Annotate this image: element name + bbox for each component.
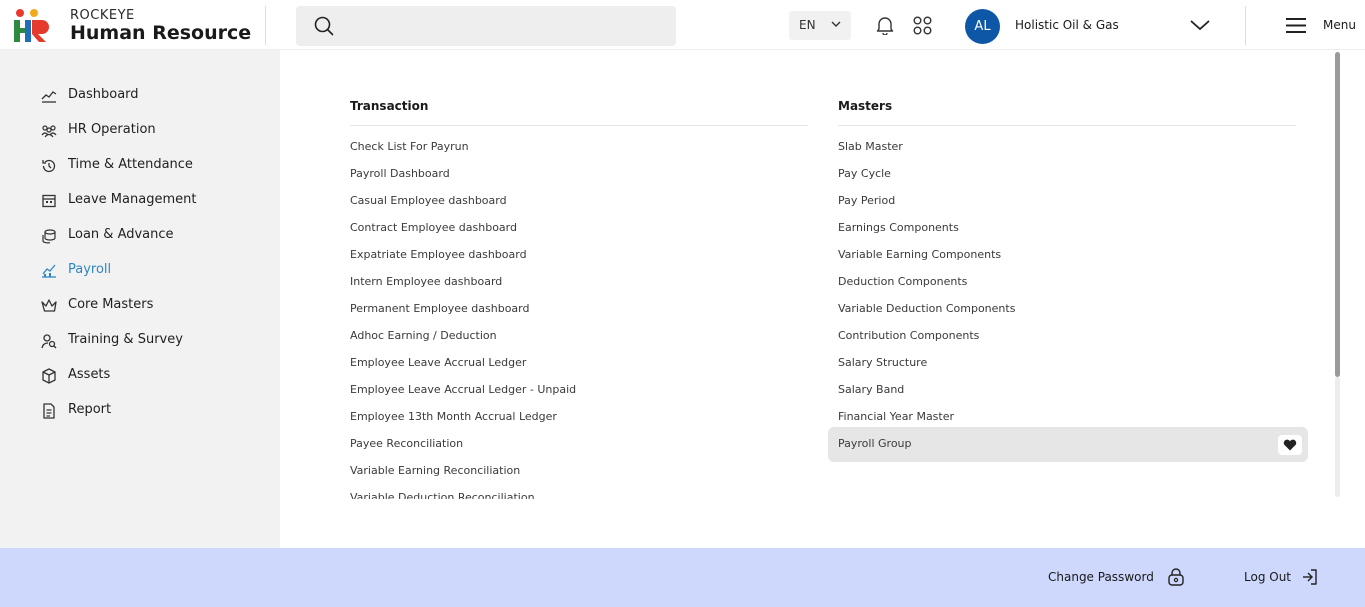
sidebar-item-hr-operation[interactable]: HR Operation bbox=[40, 119, 260, 143]
masters-link[interactable]: Financial Year Master bbox=[838, 410, 954, 423]
transaction-link[interactable]: Adhoc Earning / Deduction bbox=[350, 329, 497, 342]
app-title: Human Resource bbox=[70, 22, 252, 44]
history-clock-icon bbox=[42, 159, 56, 173]
sidebar-item-leave-management[interactable]: Leave Management bbox=[40, 189, 260, 213]
chevron-down-icon[interactable] bbox=[1189, 18, 1211, 32]
payroll-chart-icon bbox=[42, 264, 56, 278]
sidebar-item-loan-advance[interactable]: Loan & Advance bbox=[40, 224, 260, 248]
sidebar-item-report[interactable]: Report bbox=[40, 399, 260, 423]
transaction-link[interactable]: Expatriate Employee dashboard bbox=[350, 248, 527, 261]
document-icon bbox=[43, 403, 55, 419]
sidebar-item-label: Core Masters bbox=[68, 297, 154, 312]
crown-icon bbox=[41, 299, 57, 312]
sidebar-item-label: Training & Survey bbox=[68, 332, 183, 347]
sidebar-item-label: HR Operation bbox=[68, 122, 156, 137]
apps-grid-icon[interactable] bbox=[913, 16, 932, 35]
sidebar-item-time-attendance[interactable]: Time & Attendance bbox=[40, 154, 260, 178]
company-name[interactable]: Holistic Oil & Gas bbox=[1015, 18, 1119, 32]
scrollbar-thumb[interactable] bbox=[1335, 52, 1340, 377]
menu-label[interactable]: Menu bbox=[1323, 18, 1356, 32]
divider bbox=[838, 125, 1296, 126]
transaction-link[interactable]: Check List For Payrun bbox=[350, 140, 469, 153]
transaction-link[interactable]: Contract Employee dashboard bbox=[350, 221, 517, 234]
heart-icon bbox=[1283, 439, 1297, 451]
favorite-button[interactable] bbox=[1278, 435, 1302, 455]
transaction-heading: Transaction bbox=[350, 99, 429, 113]
transaction-link[interactable]: Permanent Employee dashboard bbox=[350, 302, 529, 315]
sidebar: Dashboard HR Operation Time & Attendance… bbox=[0, 50, 280, 548]
search-input[interactable] bbox=[296, 6, 676, 46]
logout-icon[interactable] bbox=[1300, 567, 1320, 587]
divider bbox=[350, 125, 808, 126]
avatar[interactable]: AL bbox=[965, 9, 1000, 44]
masters-link[interactable]: Pay Cycle bbox=[838, 167, 891, 180]
masters-link[interactable]: Payroll Group bbox=[838, 437, 912, 450]
change-password-link[interactable]: Change Password bbox=[1048, 570, 1154, 584]
sidebar-item-dashboard[interactable]: Dashboard bbox=[40, 84, 260, 108]
coins-icon bbox=[42, 229, 56, 244]
masters-link[interactable]: Pay Period bbox=[838, 194, 895, 207]
sidebar-item-label: Payroll bbox=[68, 262, 112, 277]
user-search-icon bbox=[41, 334, 57, 349]
transaction-link[interactable]: Payee Reconciliation bbox=[350, 437, 463, 450]
transaction-link[interactable]: Payroll Dashboard bbox=[350, 167, 450, 180]
sidebar-item-label: Loan & Advance bbox=[68, 227, 174, 242]
masters-link[interactable]: Variable Earning Components bbox=[838, 248, 1001, 261]
hr-logo[interactable] bbox=[12, 8, 52, 44]
transaction-link[interactable]: Variable Deduction Reconciliation bbox=[350, 491, 535, 499]
search-icon bbox=[314, 16, 334, 36]
sidebar-item-label: Report bbox=[68, 402, 112, 417]
log-out-link[interactable]: Log Out bbox=[1244, 570, 1291, 584]
chevron-down-icon bbox=[831, 21, 841, 27]
language-select[interactable]: EN bbox=[789, 11, 851, 40]
box-icon bbox=[42, 368, 56, 384]
calendar-icon bbox=[42, 194, 56, 208]
brand-name: ROCKEYE bbox=[70, 8, 135, 23]
transaction-link[interactable]: Casual Employee dashboard bbox=[350, 194, 507, 207]
sidebar-item-label: Assets bbox=[68, 367, 111, 382]
sidebar-item-label: Dashboard bbox=[68, 87, 139, 102]
scrollbar-track[interactable] bbox=[1335, 377, 1340, 497]
hamburger-menu-icon[interactable] bbox=[1285, 17, 1307, 34]
header-divider bbox=[1245, 6, 1246, 45]
transaction-link[interactable]: Employee Leave Accrual Ledger bbox=[350, 356, 526, 369]
footer-bar: Change Password Log Out bbox=[0, 548, 1365, 607]
transaction-link[interactable]: Variable Earning Reconciliation bbox=[350, 464, 520, 477]
masters-link[interactable]: Earnings Components bbox=[838, 221, 959, 234]
lock-icon[interactable] bbox=[1166, 567, 1186, 587]
masters-link[interactable]: Contribution Components bbox=[838, 329, 979, 342]
transaction-link[interactable]: Employee Leave Accrual Ledger - Unpaid bbox=[350, 383, 576, 396]
masters-link[interactable]: Deduction Components bbox=[838, 275, 967, 288]
sidebar-item-label: Time & Attendance bbox=[68, 157, 193, 172]
transaction-link[interactable]: Employee 13th Month Accrual Ledger bbox=[350, 410, 557, 423]
people-group-icon bbox=[41, 125, 57, 138]
bell-icon[interactable] bbox=[875, 15, 895, 35]
masters-link[interactable]: Variable Deduction Components bbox=[838, 302, 1015, 315]
chart-line-icon bbox=[41, 91, 57, 103]
masters-link[interactable]: Salary Band bbox=[838, 383, 904, 396]
language-value: EN bbox=[799, 18, 816, 32]
transaction-list: Check List For Payrun Payroll Dashboard … bbox=[350, 135, 810, 499]
masters-heading: Masters bbox=[838, 99, 893, 113]
masters-link[interactable]: Salary Structure bbox=[838, 356, 927, 369]
sidebar-item-payroll[interactable]: Payroll bbox=[40, 259, 260, 283]
header-divider bbox=[265, 6, 266, 45]
sidebar-item-assets[interactable]: Assets bbox=[40, 364, 260, 388]
transaction-link[interactable]: Intern Employee dashboard bbox=[350, 275, 502, 288]
masters-link-highlighted[interactable]: Payroll Group bbox=[828, 427, 1308, 462]
sidebar-item-label: Leave Management bbox=[68, 192, 197, 207]
masters-link[interactable]: Slab Master bbox=[838, 140, 903, 153]
payroll-menu-panel: Transaction Check List For Payrun Payrol… bbox=[280, 50, 1365, 548]
sidebar-item-training-survey[interactable]: Training & Survey bbox=[40, 329, 260, 353]
top-header: ROCKEYE Human Resource EN AL Holistic Oi… bbox=[0, 0, 1365, 50]
sidebar-item-core-masters[interactable]: Core Masters bbox=[40, 294, 260, 318]
